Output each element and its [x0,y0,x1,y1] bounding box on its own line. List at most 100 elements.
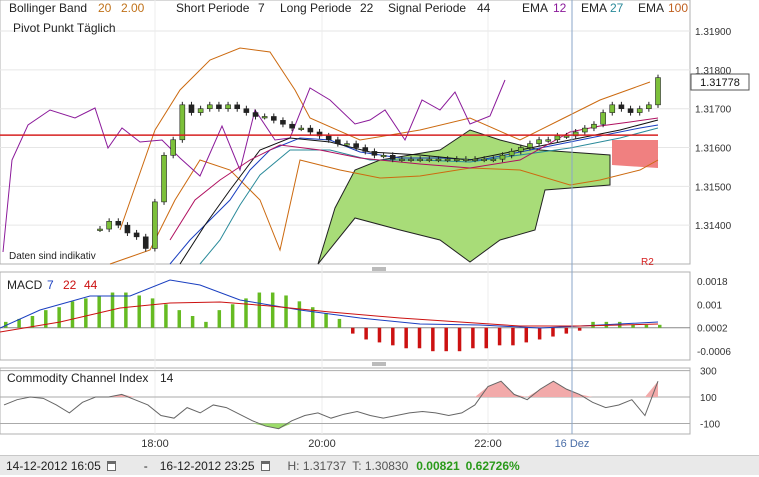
low-value: T: 1.30830 [352,458,409,473]
price-tick-label: 1.31700 [695,105,732,116]
legend-ema-100[interactable]: EMA 100 [638,1,688,15]
candle-body [335,139,341,144]
time-tick-label: 20:00 [308,438,336,450]
candle-body [271,116,277,121]
macd-bar [377,327,382,343]
legend-short-periode[interactable]: Short Periode 7 [176,1,265,15]
macd-bar [457,327,462,352]
time-tick-label: 18:00 [141,438,169,450]
candle-body [453,158,460,161]
candle-body [399,158,405,161]
candle-body [490,158,497,161]
time-tick-label: 22:00 [474,438,502,450]
macd-bar [391,327,395,346]
macd-bar [364,327,368,340]
macd-bar [124,292,128,328]
candle-body [646,104,652,110]
candle-body [508,151,515,156]
main-splitter-handle[interactable] [372,267,386,271]
macd-bar [70,301,75,328]
legend-ema-27[interactable]: EMA 27 [581,1,624,15]
candle-body [225,104,231,110]
candle-body [582,127,588,133]
macd-bar [417,327,422,349]
calendar-to-icon[interactable] [260,460,270,471]
legend-ema-12[interactable]: EMA 12 [522,1,567,15]
macd-tick-label: 0.001 [697,300,722,311]
macd-bar [337,318,342,328]
date-to: 16-12-2012 23:25 [159,458,255,473]
macd-tick-label: 0.0002 [697,324,728,335]
candle-body [636,108,643,113]
candle-body [389,154,396,160]
candle-body [655,77,661,106]
calendar-from-icon[interactable] [106,460,116,471]
price-tick-label: 1.31900 [695,27,732,38]
legend-bollinger[interactable]: Bollinger Band 20 2.00 [9,1,145,15]
time-tick-label: 16 Dez [555,438,590,450]
candle-body [591,123,597,129]
price-tick-label: 1.31500 [695,182,732,193]
pivot-legend[interactable]: Pivot Punkt Täglich [13,21,116,35]
candle-body [517,147,524,152]
macd-bar [57,307,61,328]
macd-bar [497,327,502,346]
macd-bar [511,327,515,346]
candle-body [188,104,195,113]
macd-tick-label: 0.0018 [697,277,728,288]
candle-body [252,112,259,117]
macd-bar [137,295,141,328]
candle-body [152,201,158,249]
candle-body [545,139,552,142]
candle-body [133,232,140,238]
change-value: 0.00821 [416,458,460,473]
macd-bar [244,298,248,328]
candle-body [609,104,616,113]
cci-tick-label: 100 [700,393,717,404]
price-axis: 1.319001.318001.317001.316001.315001.314… [695,27,732,232]
macd-bar [284,295,288,328]
macd-bar [484,327,488,349]
high-value: H: 1.31737 [287,458,347,473]
candle-body [298,127,305,130]
macd-bar [444,327,448,352]
macd-bar [351,327,355,334]
candle-body [307,127,314,133]
candle-body [142,236,149,249]
candle-body [527,143,533,148]
cci-legend[interactable]: Commodity Channel Index 14 [7,371,174,385]
macd-bar [658,324,662,328]
candle-body [124,224,131,234]
candle-body [280,120,286,125]
candle-body [463,158,469,161]
candle-body [536,139,542,144]
cci-tick-label: 300 [700,367,717,378]
macd-bar [297,301,302,328]
footer-bar: 14-12-2012 16:05 - 16-12-2012 23:25 H: 1… [0,455,759,475]
macd-bar [524,327,529,343]
candle-body [499,154,506,160]
candle-body [197,108,204,113]
macd-splitter-handle[interactable] [372,362,386,366]
candle-body [481,158,487,161]
macd-bar [97,295,101,328]
legend-long-periode[interactable]: Long Periode 22 [280,1,374,15]
price-tick-label: 1.31400 [695,221,732,232]
macd-bar [564,327,569,334]
candle-body [106,220,112,230]
macd-legend[interactable]: MACD 7 22 44 [7,278,98,292]
candle-body [206,104,213,110]
candle-body [97,228,103,231]
macd-bar [190,316,195,328]
macd-bar [204,321,208,328]
macd-bar [84,298,88,328]
macd-bar [404,327,408,349]
macd-bar [631,324,635,328]
candle-body [161,154,167,203]
candle-body [243,108,250,113]
current-price-marker: 1.31778 [690,73,750,91]
macd-bar [44,310,48,328]
candle-body [380,154,387,158]
candle-body [472,158,478,161]
cci-axis: 300 100 -100 [700,367,720,431]
